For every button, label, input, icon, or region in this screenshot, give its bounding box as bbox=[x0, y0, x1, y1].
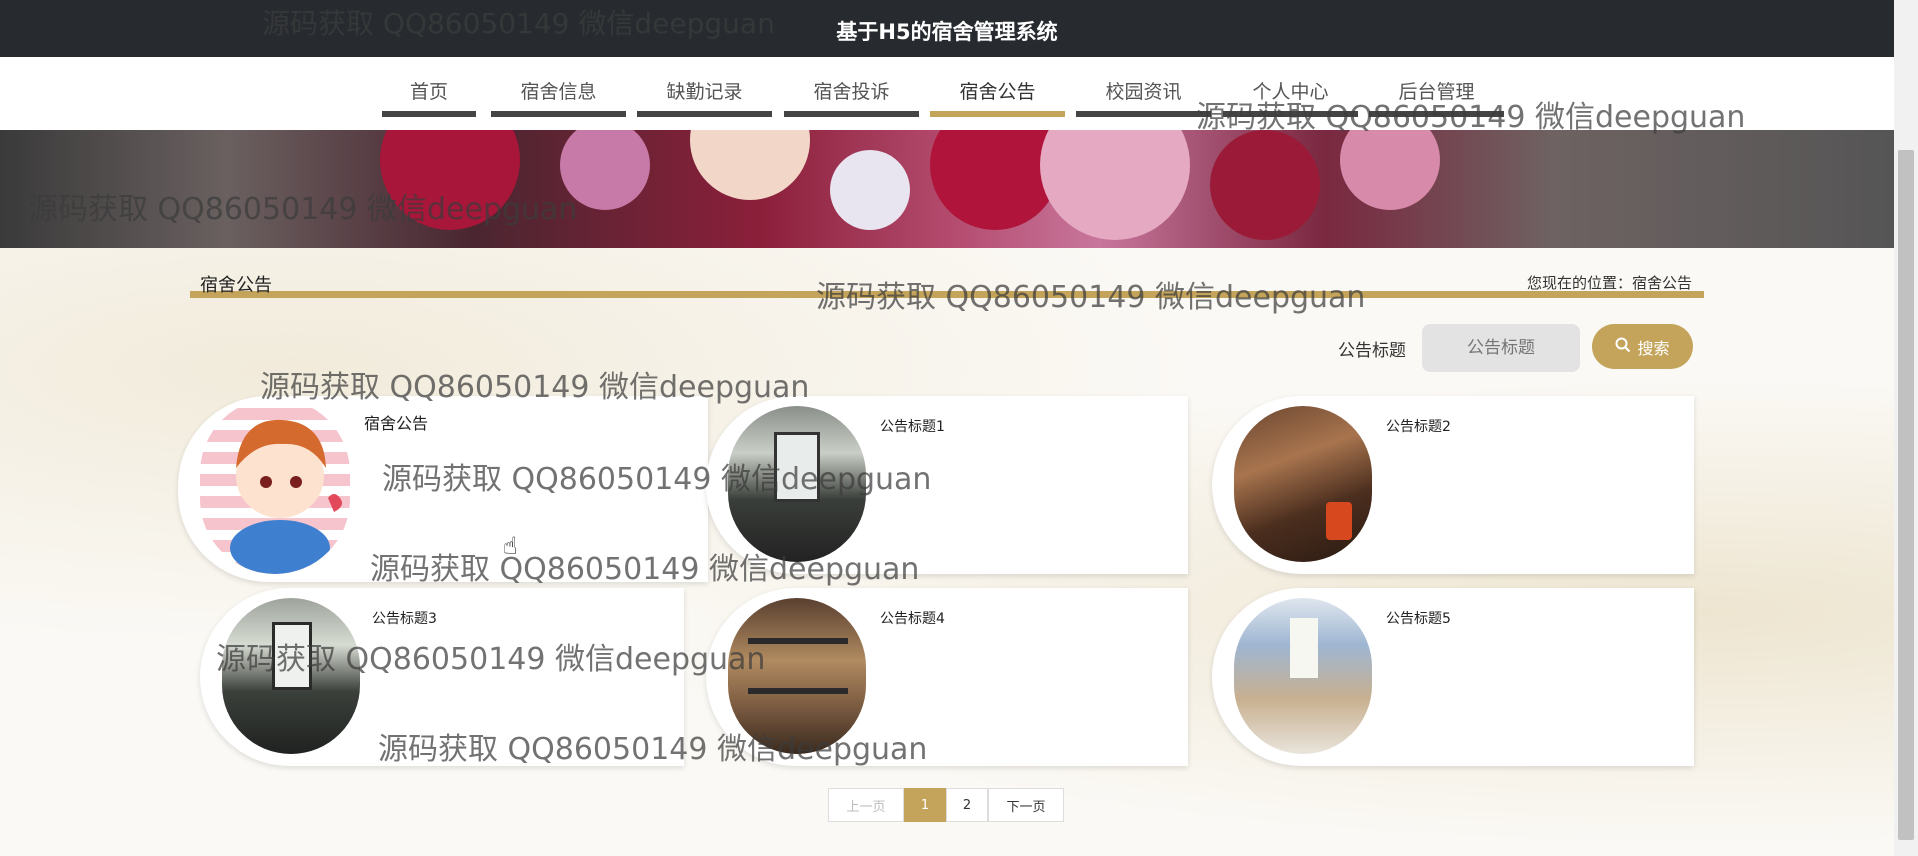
top-header: 基于H5的宿舍管理系统 bbox=[0, 0, 1894, 57]
breadcrumb: 您现在的位置：宿舍公告 bbox=[1526, 274, 1692, 292]
notice-card[interactable]: 公告标题2 bbox=[1212, 396, 1694, 574]
notice-card[interactable]: 公告标题4 bbox=[706, 588, 1188, 766]
nav-item-campus-news[interactable]: 校园资讯 bbox=[1076, 77, 1211, 117]
dorm-photo-image bbox=[1234, 406, 1372, 562]
vertical-scrollbar[interactable] bbox=[1894, 0, 1918, 856]
notice-card[interactable]: 公告标题1 bbox=[706, 396, 1188, 574]
card-label: 公告标题1 bbox=[880, 419, 945, 435]
dorm-photo-image bbox=[728, 598, 866, 754]
nav-item-notices[interactable]: 宿舍公告 bbox=[930, 77, 1065, 117]
page-2-button[interactable]: 2 bbox=[946, 788, 988, 822]
site-title: 基于H5的宿舍管理系统 bbox=[836, 20, 1058, 44]
main-nav: 首页 宿舍信息 缺勤记录 宿舍投诉 宿舍公告 校园资讯 个人中心 后台管理 bbox=[0, 57, 1894, 130]
notice-card[interactable]: 宿舍公告 bbox=[178, 396, 708, 582]
nav-item-complaints[interactable]: 宿舍投诉 bbox=[784, 77, 919, 117]
next-page-button[interactable]: 下一页 bbox=[988, 788, 1064, 822]
page-1-button[interactable]: 1 bbox=[904, 788, 946, 822]
dorm-photo-image bbox=[1234, 598, 1372, 754]
card-label: 公告标题5 bbox=[1386, 611, 1451, 627]
dorm-photo-image bbox=[728, 406, 866, 562]
section-header: 宿舍公告 您现在的位置：宿舍公告 bbox=[190, 266, 1704, 298]
search-button-label: 搜索 bbox=[1637, 338, 1670, 358]
banner-image bbox=[0, 130, 1894, 248]
notice-card[interactable]: 公告标题5 bbox=[1212, 588, 1694, 766]
nav-item-dorm-info[interactable]: 宿舍信息 bbox=[491, 77, 626, 117]
search-label: 公告标题 bbox=[1338, 341, 1406, 361]
search-input[interactable] bbox=[1422, 324, 1580, 372]
dorm-photo-image bbox=[222, 598, 360, 754]
search-icon bbox=[1615, 337, 1631, 357]
search-button[interactable]: 搜索 bbox=[1592, 324, 1693, 369]
nav-item-home[interactable]: 首页 bbox=[382, 77, 476, 117]
card-label: 公告标题4 bbox=[880, 611, 945, 627]
notice-card[interactable]: 公告标题3 bbox=[200, 588, 684, 766]
card-label: 宿舍公告 bbox=[364, 414, 429, 433]
nav-item-absence[interactable]: 缺勤记录 bbox=[637, 77, 772, 117]
nav-item-profile[interactable]: 个人中心 bbox=[1223, 77, 1358, 117]
scrollbar-thumb[interactable] bbox=[1898, 150, 1914, 840]
mouse-pointer-icon: ☝ bbox=[503, 532, 518, 560]
cartoon-avatar-image bbox=[200, 398, 350, 574]
nav-item-admin[interactable]: 后台管理 bbox=[1369, 77, 1504, 117]
pagination: 上一页 1 2 下一页 bbox=[828, 788, 1064, 822]
card-label: 公告标题3 bbox=[372, 611, 437, 627]
section-title: 宿舍公告 bbox=[200, 275, 272, 296]
prev-page-button[interactable]: 上一页 bbox=[828, 788, 904, 822]
card-label: 公告标题2 bbox=[1386, 419, 1451, 435]
